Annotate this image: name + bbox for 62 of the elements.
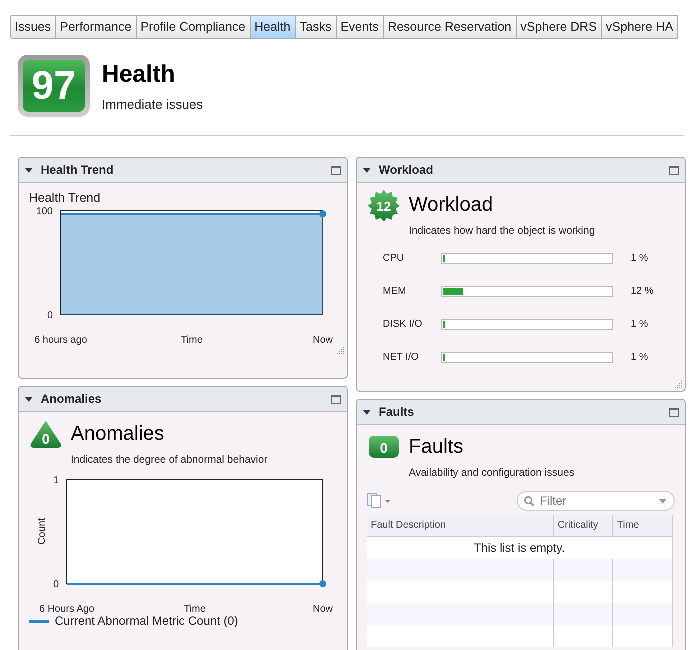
metric-label: CPU — [383, 253, 406, 264]
collapse-icon[interactable] — [25, 168, 33, 172]
x-tick-label: Now — [313, 604, 333, 615]
column-header[interactable]: Time — [612, 515, 672, 536]
page-title: Health — [102, 61, 176, 89]
section-title: Faults — [409, 436, 464, 458]
collapse-icon[interactable] — [25, 396, 33, 402]
section-title: Workload — [409, 194, 494, 216]
y-tick-label: 0 — [53, 580, 59, 590]
panel-title: Faults — [379, 405, 416, 419]
metric-value: 1 % — [631, 253, 648, 264]
filter-field[interactable]: Filter — [517, 491, 675, 511]
section-subtitle: Indicates how hard the object is working — [409, 225, 596, 237]
y-tick-label: 1 — [53, 476, 59, 486]
page-subtitle: Immediate issues — [102, 97, 204, 112]
column-header[interactable]: Criticality — [553, 515, 613, 536]
x-axis-title: Time — [184, 604, 206, 615]
tab[interactable]: vSphere HA — [602, 15, 678, 39]
health-score-badge: 97 — [18, 55, 90, 117]
metric-label: DISK I/O — [383, 319, 424, 330]
dropdown-caret-icon[interactable] — [659, 499, 667, 504]
collapse-icon[interactable] — [363, 410, 371, 414]
tab[interactable]: Issues — [10, 15, 56, 39]
empty-list-message: This list is empty. — [367, 536, 672, 559]
panel-title: Anomalies — [41, 392, 103, 406]
data-point — [320, 210, 326, 218]
maximize-icon[interactable] — [331, 166, 341, 174]
tab[interactable]: Performance — [56, 15, 137, 39]
chart-title: Health Trend — [29, 191, 102, 205]
tab[interactable]: Resource Reservation — [384, 15, 517, 39]
metric-value: 12 % — [631, 286, 654, 297]
y-tick-label: 100 — [36, 206, 53, 218]
y-tick-label: 0 — [47, 310, 53, 322]
metric-label: MEM — [383, 286, 408, 297]
data-point — [320, 580, 326, 588]
maximize-icon[interactable] — [669, 408, 679, 416]
tab[interactable]: Events — [336, 15, 384, 39]
x-tick-label: 6 hours ago — [34, 335, 88, 346]
x-axis-title: Time — [181, 335, 203, 346]
panel-title: Workload — [379, 163, 434, 177]
metric-label: NET I/O — [383, 352, 420, 363]
legend-line-icon — [29, 620, 49, 622]
maximize-icon[interactable] — [331, 394, 341, 404]
x-tick-label: Now — [313, 335, 333, 346]
metric-value: 1 % — [631, 319, 648, 330]
section-subtitle: Indicates the degree of abnormal behavior — [71, 454, 269, 466]
search-icon — [524, 496, 535, 507]
tab[interactable]: Profile Compliance — [136, 15, 251, 39]
metric-value: 1 % — [631, 352, 648, 363]
maximize-icon[interactable] — [669, 166, 679, 174]
section-subtitle: Availability and configuration issues — [409, 467, 576, 479]
legend-label: Current Abnormal Metric Count (0) — [55, 614, 238, 628]
panel-title: Health Trend — [41, 163, 115, 177]
collapse-icon[interactable] — [363, 168, 371, 172]
x-tick-label: 6 Hours Ago — [39, 604, 95, 615]
column-header[interactable]: Fault Description — [367, 515, 554, 536]
tab[interactable]: vSphere DRS — [516, 15, 602, 39]
tab[interactable]: Health — [250, 15, 296, 39]
tab[interactable]: Tasks — [296, 15, 337, 39]
section-title: Anomalies — [71, 422, 164, 446]
y-axis-title: Count — [36, 518, 48, 545]
workload-badge-icon: 12 — [367, 189, 401, 221]
